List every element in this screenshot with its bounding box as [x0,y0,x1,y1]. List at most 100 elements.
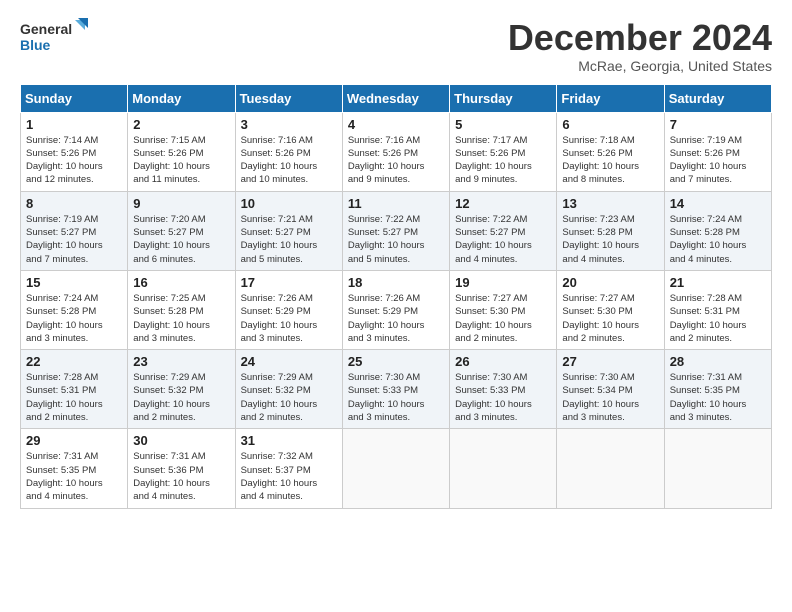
day-info: Sunrise: 7:28 AM Sunset: 5:31 PM Dayligh… [26,371,122,424]
day-info: Sunrise: 7:26 AM Sunset: 5:29 PM Dayligh… [348,292,444,345]
day-number: 8 [26,196,122,211]
logo-svg: General Blue [20,18,88,58]
col-thursday: Thursday [450,84,557,112]
day-info: Sunrise: 7:24 AM Sunset: 5:28 PM Dayligh… [670,213,766,266]
day-number: 24 [241,354,337,369]
svg-text:Blue: Blue [20,37,51,53]
day-info: Sunrise: 7:15 AM Sunset: 5:26 PM Dayligh… [133,134,229,187]
day-number: 11 [348,196,444,211]
day-info: Sunrise: 7:18 AM Sunset: 5:26 PM Dayligh… [562,134,658,187]
day-info: Sunrise: 7:29 AM Sunset: 5:32 PM Dayligh… [241,371,337,424]
calendar-week-row: 29 Sunrise: 7:31 AM Sunset: 5:35 PM Dayli… [21,429,772,508]
day-info: Sunrise: 7:22 AM Sunset: 5:27 PM Dayligh… [455,213,551,266]
calendar-table: Sunday Monday Tuesday Wednesday Thursday… [20,84,772,509]
table-row: 15 Sunrise: 7:24 AM Sunset: 5:28 PM Dayli… [21,270,128,349]
day-number: 31 [241,433,337,448]
day-info: Sunrise: 7:21 AM Sunset: 5:27 PM Dayligh… [241,213,337,266]
col-tuesday: Tuesday [235,84,342,112]
day-info: Sunrise: 7:31 AM Sunset: 5:35 PM Dayligh… [26,450,122,503]
day-number: 6 [562,117,658,132]
day-info: Sunrise: 7:19 AM Sunset: 5:27 PM Dayligh… [26,213,122,266]
table-row [557,429,664,508]
col-friday: Friday [557,84,664,112]
table-row: 12 Sunrise: 7:22 AM Sunset: 5:27 PM Dayli… [450,191,557,270]
title-block: December 2024 McRae, Georgia, United Sta… [508,18,772,74]
col-monday: Monday [128,84,235,112]
day-info: Sunrise: 7:30 AM Sunset: 5:33 PM Dayligh… [455,371,551,424]
table-row: 31 Sunrise: 7:32 AM Sunset: 5:37 PM Dayli… [235,429,342,508]
table-row: 23 Sunrise: 7:29 AM Sunset: 5:32 PM Dayli… [128,350,235,429]
logo: General Blue [20,18,88,58]
table-row [342,429,449,508]
day-number: 9 [133,196,229,211]
day-info: Sunrise: 7:32 AM Sunset: 5:37 PM Dayligh… [241,450,337,503]
day-number: 2 [133,117,229,132]
day-number: 27 [562,354,658,369]
table-row [450,429,557,508]
day-number: 22 [26,354,122,369]
table-row: 6 Sunrise: 7:18 AM Sunset: 5:26 PM Daylig… [557,112,664,191]
calendar-week-row: 8 Sunrise: 7:19 AM Sunset: 5:27 PM Daylig… [21,191,772,270]
day-info: Sunrise: 7:23 AM Sunset: 5:28 PM Dayligh… [562,213,658,266]
day-number: 4 [348,117,444,132]
table-row [664,429,771,508]
day-number: 29 [26,433,122,448]
day-number: 21 [670,275,766,290]
day-info: Sunrise: 7:20 AM Sunset: 5:27 PM Dayligh… [133,213,229,266]
day-info: Sunrise: 7:14 AM Sunset: 5:26 PM Dayligh… [26,134,122,187]
page: General Blue December 2024 McRae, Georgi… [0,0,792,612]
day-number: 30 [133,433,229,448]
day-info: Sunrise: 7:17 AM Sunset: 5:26 PM Dayligh… [455,134,551,187]
location: McRae, Georgia, United States [508,58,772,74]
table-row: 10 Sunrise: 7:21 AM Sunset: 5:27 PM Dayli… [235,191,342,270]
day-number: 15 [26,275,122,290]
day-number: 20 [562,275,658,290]
table-row: 2 Sunrise: 7:15 AM Sunset: 5:26 PM Daylig… [128,112,235,191]
day-number: 14 [670,196,766,211]
day-number: 23 [133,354,229,369]
month-title: December 2024 [508,18,772,58]
table-row: 29 Sunrise: 7:31 AM Sunset: 5:35 PM Dayli… [21,429,128,508]
table-row: 22 Sunrise: 7:28 AM Sunset: 5:31 PM Dayli… [21,350,128,429]
table-row: 30 Sunrise: 7:31 AM Sunset: 5:36 PM Dayli… [128,429,235,508]
day-info: Sunrise: 7:28 AM Sunset: 5:31 PM Dayligh… [670,292,766,345]
day-info: Sunrise: 7:22 AM Sunset: 5:27 PM Dayligh… [348,213,444,266]
table-row: 9 Sunrise: 7:20 AM Sunset: 5:27 PM Daylig… [128,191,235,270]
col-saturday: Saturday [664,84,771,112]
table-row: 3 Sunrise: 7:16 AM Sunset: 5:26 PM Daylig… [235,112,342,191]
day-info: Sunrise: 7:31 AM Sunset: 5:35 PM Dayligh… [670,371,766,424]
day-info: Sunrise: 7:29 AM Sunset: 5:32 PM Dayligh… [133,371,229,424]
day-info: Sunrise: 7:25 AM Sunset: 5:28 PM Dayligh… [133,292,229,345]
day-info: Sunrise: 7:30 AM Sunset: 5:33 PM Dayligh… [348,371,444,424]
table-row: 16Sunrise: 7:25 AM Sunset: 5:28 PM Dayli… [128,270,235,349]
day-number: 18 [348,275,444,290]
table-row: 11 Sunrise: 7:22 AM Sunset: 5:27 PM Dayli… [342,191,449,270]
table-row: 28 Sunrise: 7:31 AM Sunset: 5:35 PM Dayli… [664,350,771,429]
table-row: 8 Sunrise: 7:19 AM Sunset: 5:27 PM Daylig… [21,191,128,270]
table-row: 26Sunrise: 7:30 AM Sunset: 5:33 PM Dayli… [450,350,557,429]
day-info: Sunrise: 7:27 AM Sunset: 5:30 PM Dayligh… [455,292,551,345]
table-row: 27 Sunrise: 7:30 AM Sunset: 5:34 PM Dayli… [557,350,664,429]
day-number: 19 [455,275,551,290]
table-row: 14 Sunrise: 7:24 AM Sunset: 5:28 PM Dayli… [664,191,771,270]
day-info: Sunrise: 7:31 AM Sunset: 5:36 PM Dayligh… [133,450,229,503]
day-info: Sunrise: 7:16 AM Sunset: 5:26 PM Dayligh… [241,134,337,187]
calendar-week-row: 22 Sunrise: 7:28 AM Sunset: 5:31 PM Dayli… [21,350,772,429]
table-row: 24 Sunrise: 7:29 AM Sunset: 5:32 PM Dayli… [235,350,342,429]
day-info: Sunrise: 7:24 AM Sunset: 5:28 PM Dayligh… [26,292,122,345]
table-row: 25 Sunrise: 7:30 AM Sunset: 5:33 PM Dayli… [342,350,449,429]
day-number: 25 [348,354,444,369]
day-number: 10 [241,196,337,211]
table-row: 7Sunrise: 7:19 AM Sunset: 5:26 PM Daylig… [664,112,771,191]
table-row: 17Sunrise: 7:26 AM Sunset: 5:29 PM Dayli… [235,270,342,349]
day-number: 12 [455,196,551,211]
day-number: 7 [670,117,766,132]
calendar-week-row: 1 Sunrise: 7:14 AM Sunset: 5:26 PM Daylig… [21,112,772,191]
day-number: 3 [241,117,337,132]
day-info: Sunrise: 7:27 AM Sunset: 5:30 PM Dayligh… [562,292,658,345]
table-row: 13Sunrise: 7:23 AM Sunset: 5:28 PM Dayli… [557,191,664,270]
day-number: 1 [26,117,122,132]
day-info: Sunrise: 7:26 AM Sunset: 5:29 PM Dayligh… [241,292,337,345]
day-number: 28 [670,354,766,369]
day-info: Sunrise: 7:30 AM Sunset: 5:34 PM Dayligh… [562,371,658,424]
